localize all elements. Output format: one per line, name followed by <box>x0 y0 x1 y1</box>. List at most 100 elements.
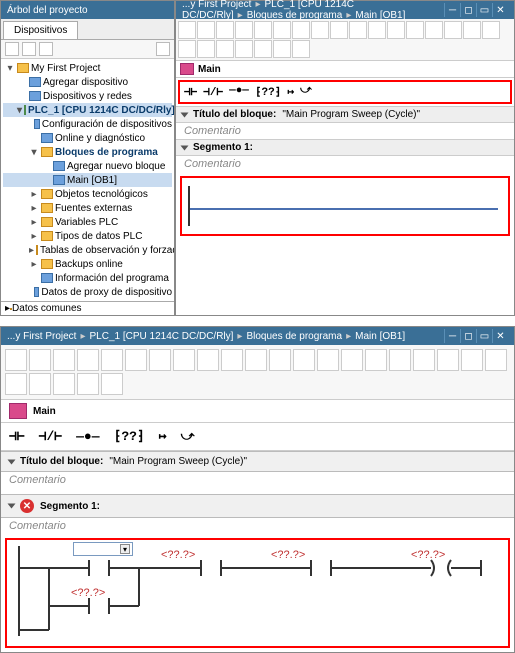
toolbar-button[interactable] <box>365 349 387 371</box>
breadcrumb[interactable]: ...y First Project▸PLC_1 [CPU 1214C DC/D… <box>7 331 405 342</box>
tree-item[interactable]: ▸Variables PLC <box>3 215 172 229</box>
breadcrumb[interactable]: ...y First Project▸PLC_1 [CPU 1214C DC/D… <box>182 0 444 21</box>
block-comment[interactable]: Comentario <box>1 472 514 488</box>
tree-item[interactable]: Agregar nuevo bloque <box>3 159 172 173</box>
toolbar-button[interactable] <box>293 349 315 371</box>
toolbar-button[interactable] <box>387 21 405 39</box>
lad-instruction[interactable]: ⊣/⊢ <box>39 429 62 444</box>
tree-tb-icon[interactable] <box>156 42 170 56</box>
min-icon[interactable]: ─ <box>444 3 460 17</box>
block-comment[interactable]: Comentario <box>176 123 514 139</box>
toolbar-button[interactable] <box>53 349 75 371</box>
tree-item[interactable]: Datos de proxy de dispositivo <box>3 285 172 299</box>
caret-icon[interactable] <box>8 504 16 509</box>
toolbar-button[interactable] <box>235 40 253 58</box>
toolbar-button[interactable] <box>216 21 234 39</box>
toolbar-button[interactable] <box>173 349 195 371</box>
tree-item[interactable]: Configuración de dispositivos <box>3 117 172 131</box>
toolbar-button[interactable] <box>235 21 253 39</box>
segment-header[interactable]: ✕ Segmento 1: <box>1 494 514 518</box>
lad-instruction[interactable]: ⊣⊢ <box>9 429 25 444</box>
toolbar-button[interactable] <box>292 40 310 58</box>
network-canvas[interactable] <box>180 176 510 236</box>
max-icon[interactable]: ▭ <box>476 329 492 343</box>
toolbar-button[interactable] <box>178 40 196 58</box>
block-title-header[interactable]: Título del bloque: "Main Program Sweep (… <box>1 451 514 472</box>
toolbar-button[interactable] <box>485 349 507 371</box>
toolbar-button[interactable] <box>292 21 310 39</box>
toolbar-button[interactable] <box>437 349 459 371</box>
lad-instruction[interactable]: ↦ <box>159 429 167 444</box>
toolbar-button[interactable] <box>461 349 483 371</box>
toolbar-button[interactable] <box>413 349 435 371</box>
segment-comment[interactable]: Comentario <box>1 518 514 534</box>
toolbar-button[interactable] <box>317 349 339 371</box>
toolbar-button[interactable] <box>254 40 272 58</box>
tree-tb-icon[interactable] <box>39 42 53 56</box>
toolbar-button[interactable] <box>53 373 75 395</box>
lad-instruction[interactable]: ↦ <box>287 85 294 99</box>
toolbar-button[interactable] <box>368 21 386 39</box>
tree-item[interactable]: Main [OB1] <box>3 173 172 187</box>
lad-instruction[interactable]: ⤻ <box>300 85 312 99</box>
toolbar-button[interactable] <box>425 21 443 39</box>
toolbar-button[interactable] <box>178 21 196 39</box>
tree-item[interactable]: ▾My First Project <box>3 61 172 75</box>
toolbar-button[interactable] <box>77 349 99 371</box>
tree-tb-icon[interactable] <box>22 42 36 56</box>
caret-icon[interactable] <box>181 112 189 117</box>
toolbar-button[interactable] <box>273 21 291 39</box>
tree-item[interactable]: Dispositivos y redes <box>3 89 172 103</box>
lad-instruction[interactable]: ⁅??⁆ <box>255 85 281 99</box>
tree-tb-icon[interactable] <box>5 42 19 56</box>
lad-instruction[interactable]: ⊣⊢ <box>184 85 197 99</box>
toolbar-button[interactable] <box>101 349 123 371</box>
toolbar-button[interactable] <box>463 21 481 39</box>
lad-instruction[interactable]: ⤻ <box>181 429 195 444</box>
project-tree[interactable]: ▾My First ProjectAgregar dispositivoDisp… <box>1 59 174 301</box>
min-icon[interactable]: ─ <box>444 329 460 343</box>
tree-item[interactable]: ▸Objetos tecnológicos <box>3 187 172 201</box>
toolbar-button[interactable] <box>269 349 291 371</box>
tree-item[interactable]: Información del programa <box>3 271 172 285</box>
toolbar-button[interactable] <box>254 21 272 39</box>
toolbar-button[interactable] <box>149 349 171 371</box>
toolbar-button[interactable] <box>5 373 27 395</box>
tree-item[interactable]: ▾PLC_1 [CPU 1214C DC/DC/Rly] <box>3 103 172 117</box>
toolbar-button[interactable] <box>349 21 367 39</box>
dropdown-icon[interactable]: ▾ <box>120 544 130 554</box>
block-title-header[interactable]: Título del bloque: "Main Program Sweep (… <box>176 106 514 123</box>
toolbar-button[interactable] <box>245 349 267 371</box>
toolbar-button[interactable] <box>406 21 424 39</box>
tree-item[interactable]: Online y diagnóstico <box>3 131 172 145</box>
toolbar-button[interactable] <box>341 349 363 371</box>
operand-edit[interactable]: ▾ <box>73 542 133 556</box>
toolbar-button[interactable] <box>197 21 215 39</box>
toolbar-button[interactable] <box>444 21 462 39</box>
segment-comment[interactable]: Comentario <box>176 156 514 172</box>
close-icon[interactable]: ✕ <box>492 329 508 343</box>
toolbar-button[interactable] <box>221 349 243 371</box>
toolbar-button[interactable] <box>197 40 215 58</box>
tree-item[interactable]: ▸Fuentes externas <box>3 201 172 215</box>
tree-item[interactable]: ▸Tipos de datos PLC <box>3 229 172 243</box>
toolbar-button[interactable] <box>311 21 329 39</box>
network-canvas[interactable]: ▾ <box>5 538 510 648</box>
toolbar-button[interactable] <box>197 349 219 371</box>
toolbar-button[interactable] <box>29 349 51 371</box>
tree-item[interactable]: Agregar dispositivo <box>3 75 172 89</box>
tree-item[interactable]: ▸Tablas de observación y forzado... <box>3 243 172 257</box>
toolbar-button[interactable] <box>77 373 99 395</box>
close-icon[interactable]: ✕ <box>492 3 508 17</box>
lad-instruction[interactable]: ⁅??⁆ <box>114 429 145 444</box>
toolbar-button[interactable] <box>29 373 51 395</box>
toolbar-button[interactable] <box>273 40 291 58</box>
lad-instruction[interactable]: —●— <box>76 429 99 444</box>
tab-devices[interactable]: Dispositivos <box>3 21 78 39</box>
max-icon[interactable]: ▭ <box>476 3 492 17</box>
toolbar-button[interactable] <box>330 21 348 39</box>
toolbar-button[interactable] <box>5 349 27 371</box>
tree-footer[interactable]: ▸ Datos comunes <box>1 301 174 315</box>
toolbar-button[interactable] <box>101 373 123 395</box>
restore-icon[interactable]: ◻ <box>460 329 476 343</box>
